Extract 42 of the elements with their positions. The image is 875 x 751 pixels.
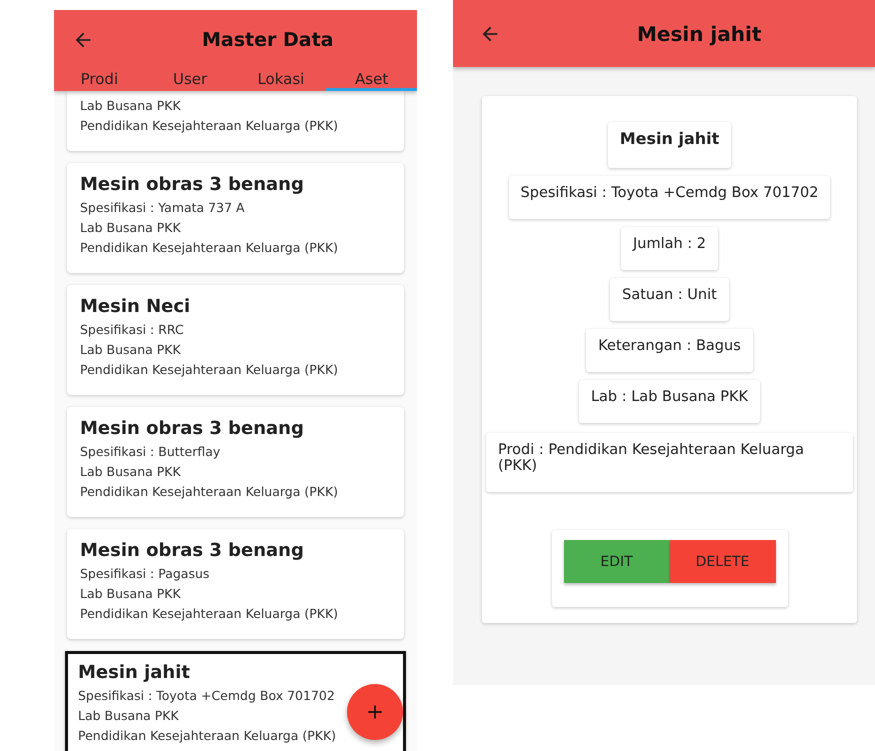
asset-name: Mesin obras 3 benang [80, 417, 304, 441]
asset-spec: Spesifikasi : Toyota +Cemdg Box 701702 [78, 687, 335, 705]
detail-field: Prodi : Pendidikan Kesejahteraan Keluarga (PKK) [486, 433, 853, 492]
tab[interactable]: Lokasi [236, 70, 326, 91]
asset-card[interactable]: Mesin Neci Spesifikasi : RRC Lab Busana PKK Pendidikan Kesejahteraan Keluarga (PKK) [67, 285, 404, 395]
asset-name: Mesin obras 3 benang [80, 539, 304, 563]
screen-title: Mesin jahit [637, 22, 762, 46]
asset-lab: Lab Busana PKK [80, 585, 181, 603]
detail-field: Spesifikasi : Toyota +Cemdg Box 701702 [508, 176, 830, 219]
asset-spec: Spesifikasi : Pagasus [80, 565, 210, 583]
asset-name: Mesin Neci [80, 295, 190, 319]
asset-name: Mesin obras 3 benang [80, 173, 304, 197]
asset-lab: Lab Busana PKK [80, 97, 181, 115]
detail-field: Keterangan : Bagus [586, 329, 753, 372]
asset-prodi: Pendidikan Kesejahteraan Keluarga (PKK) [80, 605, 338, 623]
asset-prodi: Pendidikan Kesejahteraan Keluarga (PKK) [80, 361, 338, 379]
screen-title: Master Data [202, 29, 334, 51]
asset-lab: Lab Busana PKK [80, 219, 181, 237]
tab[interactable]: User [144, 70, 236, 91]
tab[interactable]: Prodi [54, 70, 145, 91]
asset-card[interactable]: Mesin jahit Spesifikasi : Toyota +Cemdg Box 701702 Lab Busana PKK Pendidikan Kesejahteraan Keluarga (PKK) [65, 651, 406, 751]
asset-name: Mesin jahit [78, 661, 190, 685]
asset-lab: Lab Busana PKK [80, 463, 181, 481]
asset-lab: Lab Busana PKK [78, 707, 179, 725]
asset-lab: Lab Busana PKK [80, 341, 181, 359]
asset-spec: Spesifikasi : Butterflay [80, 443, 220, 461]
asset-spec: Spesifikasi : Yamata 737 A [80, 199, 245, 217]
detail-field: Lab : Lab Busana PKK [578, 380, 760, 423]
asset-prodi: Pendidikan Kesejahteraan Keluarga (PKK) [78, 727, 336, 745]
asset-card[interactable]: Lab Busana PKK Pendidikan Kesejahteraan Keluarga (PKK) [67, 91, 404, 151]
asset-name: Mesin jahit [608, 122, 732, 168]
delete-button[interactable]: DELETE [670, 540, 776, 583]
detail-field: Jumlah : 2 [620, 227, 718, 270]
asset-prodi: Pendidikan Kesejahteraan Keluarga (PKK) [80, 239, 338, 257]
asset-card[interactable]: Mesin obras 3 benang Spesifikasi : Pagasus Lab Busana PKK Pendidikan Kesejahteraan Keluarga (PKK) [67, 529, 404, 639]
asset-card[interactable]: Mesin obras 3 benang Spesifikasi : Butterflay Lab Busana PKK Pendidikan Kesejahteraan Keluarga (PKK) [67, 407, 404, 517]
asset-prodi: Pendidikan Kesejahteraan Keluarga (PKK) [80, 483, 338, 501]
edit-button[interactable]: EDIT [564, 540, 670, 583]
asset-card[interactable]: Mesin obras 3 benang Spesifikasi : Yamata 737 A Lab Busana PKK Pendidikan Kesejahteraan Keluarga (PKK) [67, 163, 404, 273]
asset-prodi: Pendidikan Kesejahteraan Keluarga (PKK) [80, 117, 338, 135]
detail-field: Satuan : Unit [610, 278, 729, 321]
asset-spec: Spesifikasi : RRC [80, 321, 184, 339]
